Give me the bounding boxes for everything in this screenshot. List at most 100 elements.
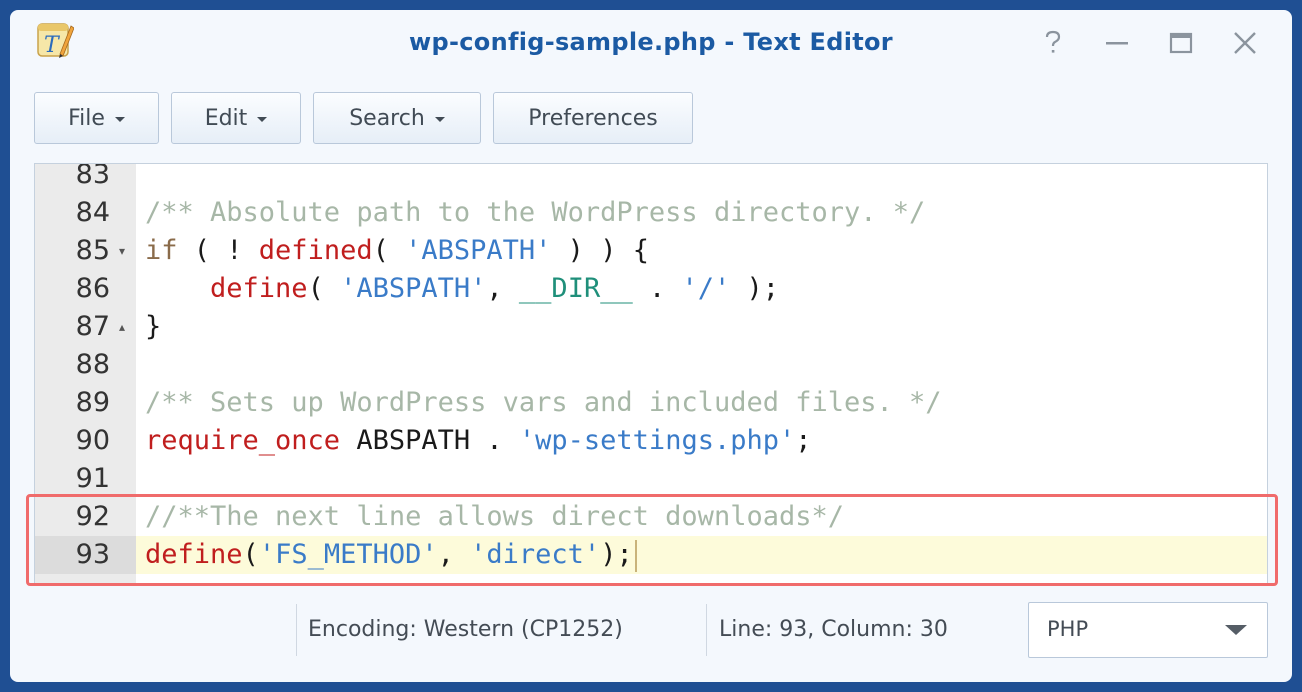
code-text: /** Absolute path to the WordPress direc… (145, 194, 925, 232)
line-number: 83 (75, 163, 110, 190)
caret-down-icon (257, 117, 268, 122)
code-text: } (145, 308, 161, 346)
code-cell[interactable]: define( 'ABSPATH', __DIR__ . '/' ); (136, 270, 1267, 308)
code-line[interactable]: 93 define('FS_METHOD', 'direct'); (35, 536, 1267, 574)
code-token: '/' (681, 273, 731, 304)
line-number: 91 (75, 463, 110, 494)
code-line[interactable]: 87 ▴} (35, 308, 1267, 346)
gutter-cell: 86 (35, 270, 136, 308)
code-cell[interactable]: } (136, 308, 1267, 346)
code-token: 'FS_METHOD' (258, 539, 438, 570)
gutter-cell: 83 (35, 163, 136, 194)
line-number: 87 (75, 311, 110, 342)
code-token: define (145, 539, 243, 570)
code-cell[interactable]: define('FS_METHOD', 'direct'); (136, 536, 1267, 574)
search-menu-label: Search (349, 105, 425, 131)
line-number: 89 (75, 387, 110, 418)
code-token: , (437, 539, 471, 570)
encoding-status[interactable]: Encoding: Western (CP1252) (308, 600, 623, 660)
code-cell[interactable]: //**The next line allows direct download… (136, 498, 1267, 536)
code-line[interactable]: 88 (35, 346, 1267, 384)
code-cell[interactable]: if ( ! defined( 'ABSPATH' ) ) { (136, 232, 1267, 270)
code-line[interactable]: 90 require_once ABSPATH . 'wp-settings.ph… (35, 422, 1267, 460)
code-token: 'ABSPATH' (405, 235, 552, 266)
status-divider (296, 604, 297, 656)
code-editor[interactable]: 83 84 /** Absolute path to the WordPress d… (34, 163, 1268, 585)
fold-end-icon[interactable]: ▴ (119, 308, 125, 346)
gutter-cell: 93 (35, 536, 136, 574)
code-cell[interactable]: /** Absolute path to the WordPress direc… (136, 194, 1267, 232)
gutter-cell: 89 (35, 384, 136, 422)
line-number: 92 (75, 501, 110, 532)
help-icon[interactable] (1038, 28, 1068, 58)
line-number: 93 (75, 539, 110, 570)
gutter-cell: 90 (35, 422, 136, 460)
caret-down-icon (434, 117, 445, 122)
code-cell[interactable] (136, 164, 1267, 194)
code-token: 'direct' (470, 539, 601, 570)
code-cell[interactable] (136, 346, 1267, 384)
code-text: define( 'ABSPATH', __DIR__ . '/' ); (145, 270, 779, 308)
code-cell[interactable]: require_once ABSPATH . 'wp-settings.php'… (136, 422, 1267, 460)
preferences-button[interactable]: Preferences (493, 92, 693, 144)
code-token: /** Sets up WordPress vars and included … (145, 387, 942, 418)
code-line[interactable]: 92 //**The next line allows direct downlo… (35, 498, 1267, 536)
gutter-cell: 88 (35, 346, 136, 384)
window-title: wp-config-sample.php - Text Editor (409, 28, 893, 56)
edit-menu-button[interactable]: Edit (171, 92, 301, 144)
line-number: 90 (75, 425, 110, 456)
fold-collapse-icon[interactable]: ▾ (119, 232, 125, 270)
code-text: if ( ! defined( 'ABSPATH' ) ) { (145, 232, 649, 270)
language-select-value: PHP (1047, 617, 1089, 641)
code-token: , (486, 273, 519, 304)
code-token: if (145, 235, 178, 266)
code-line[interactable]: 83 (35, 163, 1267, 194)
code-token: ); (600, 539, 633, 570)
edit-menu-label: Edit (204, 105, 248, 131)
gutter-cell: 92 (35, 498, 136, 536)
code-token: ( (307, 273, 341, 304)
code-token: 'wp-settings.php' (518, 425, 796, 456)
code-line[interactable]: 86 define( 'ABSPATH', __DIR__ . '/' ); (35, 270, 1267, 308)
gutter-cell: 85 ▾ (35, 232, 136, 270)
search-menu-button[interactable]: Search (313, 92, 481, 144)
code-token: //**The next line allows direct download… (145, 501, 844, 532)
text-editor-window: T wp-config-sample.php - Text Editor Fil… (10, 10, 1292, 682)
maximize-icon[interactable] (1166, 28, 1196, 58)
preferences-label: Preferences (528, 105, 658, 131)
status-bar: Encoding: Western (CP1252) Line: 93, Col… (10, 600, 1292, 660)
code-token: ); (730, 273, 780, 304)
code-token: ( (242, 539, 259, 570)
code-token: . (632, 273, 682, 304)
title-bar: T wp-config-sample.php - Text Editor (10, 10, 1292, 76)
gutter-cell: 87 ▴ (35, 308, 136, 346)
minimize-icon[interactable] (1102, 28, 1132, 58)
close-icon[interactable] (1230, 28, 1260, 58)
code-token: defined (258, 235, 373, 266)
code-cell[interactable] (136, 460, 1267, 498)
gutter-cell: 84 (35, 194, 136, 232)
code-token: } (145, 311, 162, 342)
gutter-cell: 91 (35, 460, 136, 498)
code-line[interactable]: 91 (35, 460, 1267, 498)
code-text: require_once ABSPATH . 'wp-settings.php'… (145, 422, 812, 460)
code-token: ABSPATH . (340, 425, 519, 456)
code-token: require_once (145, 425, 341, 456)
line-number: 84 (75, 197, 110, 228)
code-line[interactable]: 85 ▾ if ( ! defined( 'ABSPATH' ) ) { (35, 232, 1267, 270)
file-menu-button[interactable]: File (34, 92, 159, 144)
code-token: ) ) { (551, 235, 649, 266)
code-token: 'ABSPATH' (340, 273, 487, 304)
language-select[interactable]: PHP (1028, 602, 1268, 658)
code-cell[interactable]: /** Sets up WordPress vars and included … (136, 384, 1267, 422)
cursor-position-status: Line: 93, Column: 30 (719, 617, 948, 642)
code-line[interactable]: 84 /** Absolute path to the WordPress dir… (35, 194, 1267, 232)
text-cursor (634, 539, 637, 572)
code-text: //**The next line allows direct download… (145, 498, 844, 536)
caret-down-icon (114, 117, 125, 122)
line-number: 86 (75, 273, 110, 304)
code-token: ( ! (177, 235, 259, 266)
code-token: __DIR__ (518, 273, 633, 304)
code-line[interactable]: 89 /** Sets up WordPress vars and include… (35, 384, 1267, 422)
